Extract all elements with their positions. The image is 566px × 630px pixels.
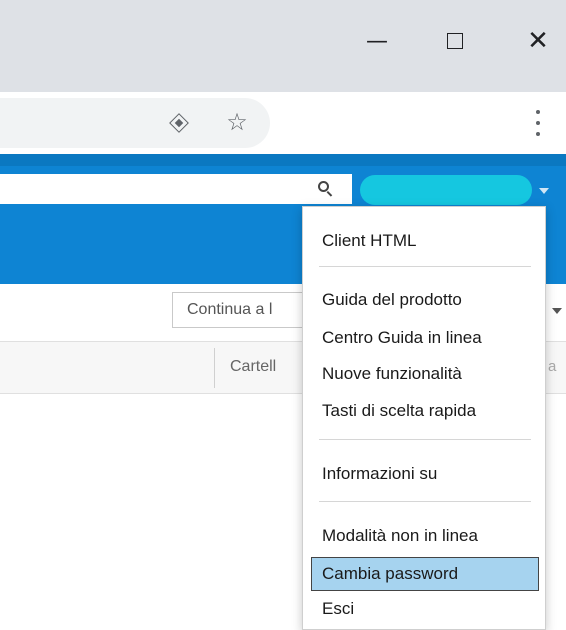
account-name-pill[interactable] — [360, 175, 532, 205]
account-dropdown-menu: Client HTML Guida del prodotto Centro Gu… — [302, 206, 546, 630]
close-button[interactable]: ✕ — [515, 18, 561, 64]
menu-item-product-guide[interactable]: Guida del prodotto — [311, 283, 539, 317]
menu-item-logout[interactable]: Esci — [311, 592, 539, 626]
dropdown-caret-icon[interactable] — [552, 308, 562, 314]
maximize-button[interactable] — [432, 18, 478, 64]
menu-separator — [319, 501, 531, 502]
search-input[interactable] — [0, 174, 352, 204]
menu-item-about[interactable]: Informazioni su — [311, 457, 539, 491]
continue-field[interactable]: Continua a l — [172, 292, 312, 328]
app-header-strip — [0, 154, 566, 166]
tracking-protection-icon[interactable] — [168, 112, 190, 134]
maximize-icon — [447, 33, 463, 49]
minimize-icon: — — [366, 28, 388, 54]
browser-toolbar: ☆ — [0, 92, 566, 154]
bookmark-star-icon[interactable]: ☆ — [222, 107, 252, 137]
browser-menu-icon[interactable] — [533, 110, 543, 136]
minimize-button[interactable]: — — [354, 18, 400, 64]
browser-titlebar: — ✕ — [0, 0, 566, 92]
menu-item-new-features[interactable]: Nuove funzionalità — [311, 357, 539, 391]
menu-item-client-html[interactable]: Client HTML — [311, 224, 539, 258]
chevron-down-icon[interactable] — [539, 188, 549, 194]
column-header-folder[interactable]: Cartell — [230, 358, 306, 376]
menu-item-shortcuts[interactable]: Tasti di scelta rapida — [311, 394, 539, 428]
menu-item-online-help[interactable]: Centro Guida in linea — [311, 321, 539, 355]
menu-item-change-password[interactable]: Cambia password — [311, 557, 539, 591]
menu-separator — [319, 439, 531, 440]
menu-item-offline-mode[interactable]: Modalità non in linea — [311, 519, 539, 553]
close-icon: ✕ — [527, 26, 549, 56]
column-divider — [214, 348, 215, 388]
search-icon[interactable] — [316, 179, 336, 199]
menu-separator — [319, 266, 531, 267]
address-bar[interactable]: ☆ — [0, 98, 270, 148]
column-header-right[interactable]: a — [548, 358, 556, 375]
